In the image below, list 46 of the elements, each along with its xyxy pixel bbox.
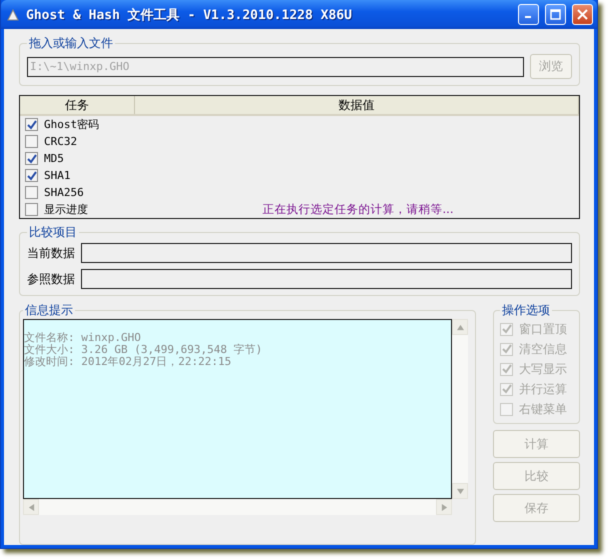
data-field[interactable] <box>81 269 572 289</box>
field-label: 当前数据 <box>27 244 75 262</box>
group-title: 比较项目 <box>28 224 78 241</box>
maximize-icon <box>550 9 561 20</box>
option-label: 并行运算 <box>519 380 567 398</box>
task-label: 显示进度 <box>44 202 88 217</box>
scroll-up-icon[interactable] <box>452 319 468 335</box>
task-label: MD5 <box>44 152 64 165</box>
checkbox[interactable] <box>25 118 38 131</box>
task-label: CRC32 <box>44 135 78 148</box>
file-path-field[interactable]: I:\~1\winxp.GHO <box>27 56 524 76</box>
task-label: SHA1 <box>44 169 70 182</box>
scroll-down-icon[interactable] <box>452 483 468 499</box>
close-button[interactable] <box>572 4 593 25</box>
app-icon <box>6 8 20 22</box>
checkbox[interactable] <box>25 203 38 216</box>
data-field[interactable] <box>81 243 572 263</box>
task-label: Ghost密码 <box>44 117 100 132</box>
option-label: 右键菜单 <box>519 400 567 418</box>
minimize-button[interactable] <box>518 4 539 25</box>
checkbox[interactable] <box>25 152 38 165</box>
info-line: 修改时间: 2012年02月27日，22:22:15 <box>24 356 232 368</box>
checkbox[interactable] <box>25 135 38 148</box>
close-icon <box>577 9 588 20</box>
info-text-area[interactable]: 文件名称: winxp.GHO 文件大小: 3.26 GB (3,499,693,548 字节) 修改时间: 2012年02月27日，22:22:15 <box>23 319 452 499</box>
window-title: Ghost & Hash 文件工具 - V1.3.2010.1228 X86U <box>26 6 353 24</box>
info-line: 文件名称: winxp.GHO <box>24 332 142 344</box>
checkbox[interactable] <box>25 169 38 182</box>
column-header[interactable]: 数据值 <box>135 96 579 114</box>
checkbox[interactable] <box>25 186 38 199</box>
vertical-scrollbar[interactable] <box>452 319 468 499</box>
group-title: 操作选项 <box>501 302 551 319</box>
option-label: 清空信息 <box>519 340 567 358</box>
horizontal-scrollbar[interactable] <box>23 499 452 515</box>
scroll-right-icon[interactable] <box>436 499 452 515</box>
option-label: 大写显示 <box>519 360 567 378</box>
group-title: 信息提示 <box>24 302 74 319</box>
scroll-left-icon[interactable] <box>23 499 39 515</box>
group-title: 拖入或输入文件 <box>28 35 114 52</box>
status-message: 正在执行选定任务的计算，请稍等... <box>262 202 454 216</box>
maximize-button[interactable] <box>545 4 566 25</box>
field-label: 参照数据 <box>27 270 75 288</box>
task-label: SHA256 <box>44 186 84 199</box>
option-label: 窗口置顶 <box>519 320 567 338</box>
info-line: 文件大小: 3.26 GB (3,499,693,548 字节) <box>24 344 264 356</box>
column-header[interactable]: 任务 <box>20 96 135 114</box>
